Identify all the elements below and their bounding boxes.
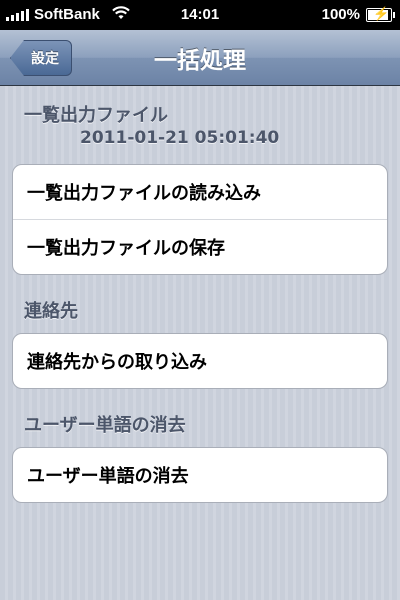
status-bar: SoftBank 14:01 100% ⚡ (0, 0, 400, 30)
back-button[interactable]: 設定 (10, 40, 72, 76)
page-title: 一括処理 (154, 48, 246, 74)
navigation-bar: 設定 一括処理 (0, 30, 400, 86)
section-header-user-words: ユーザー単語の消去 (24, 415, 186, 436)
load-export-file-row[interactable]: 一覧出力ファイルの読み込み (13, 165, 387, 219)
user-words-group: ユーザー単語の消去 (12, 447, 388, 503)
export-file-group: 一覧出力ファイルの読み込み 一覧出力ファイルの保存 (12, 164, 388, 275)
battery-icon: ⚡ (366, 6, 395, 22)
section-header-contacts: 連絡先 (24, 301, 78, 322)
charging-bolt-icon: ⚡ (373, 6, 390, 21)
delete-user-words-row[interactable]: ユーザー単語の消去 (13, 448, 387, 502)
battery-percent: 100% (321, 6, 360, 23)
import-from-contacts-row[interactable]: 連絡先からの取り込み (13, 334, 387, 388)
export-file-timestamp: 2011-01-21 05:01:40 (80, 128, 280, 148)
save-export-file-row[interactable]: 一覧出力ファイルの保存 (13, 219, 387, 274)
contacts-group: 連絡先からの取り込み (12, 333, 388, 389)
screen: SoftBank 14:01 100% ⚡ 設定 一括処理 一覧出力ファイル 2… (0, 0, 400, 600)
back-button-label: 設定 (31, 51, 59, 67)
section-header-export-file: 一覧出力ファイル (24, 105, 168, 126)
